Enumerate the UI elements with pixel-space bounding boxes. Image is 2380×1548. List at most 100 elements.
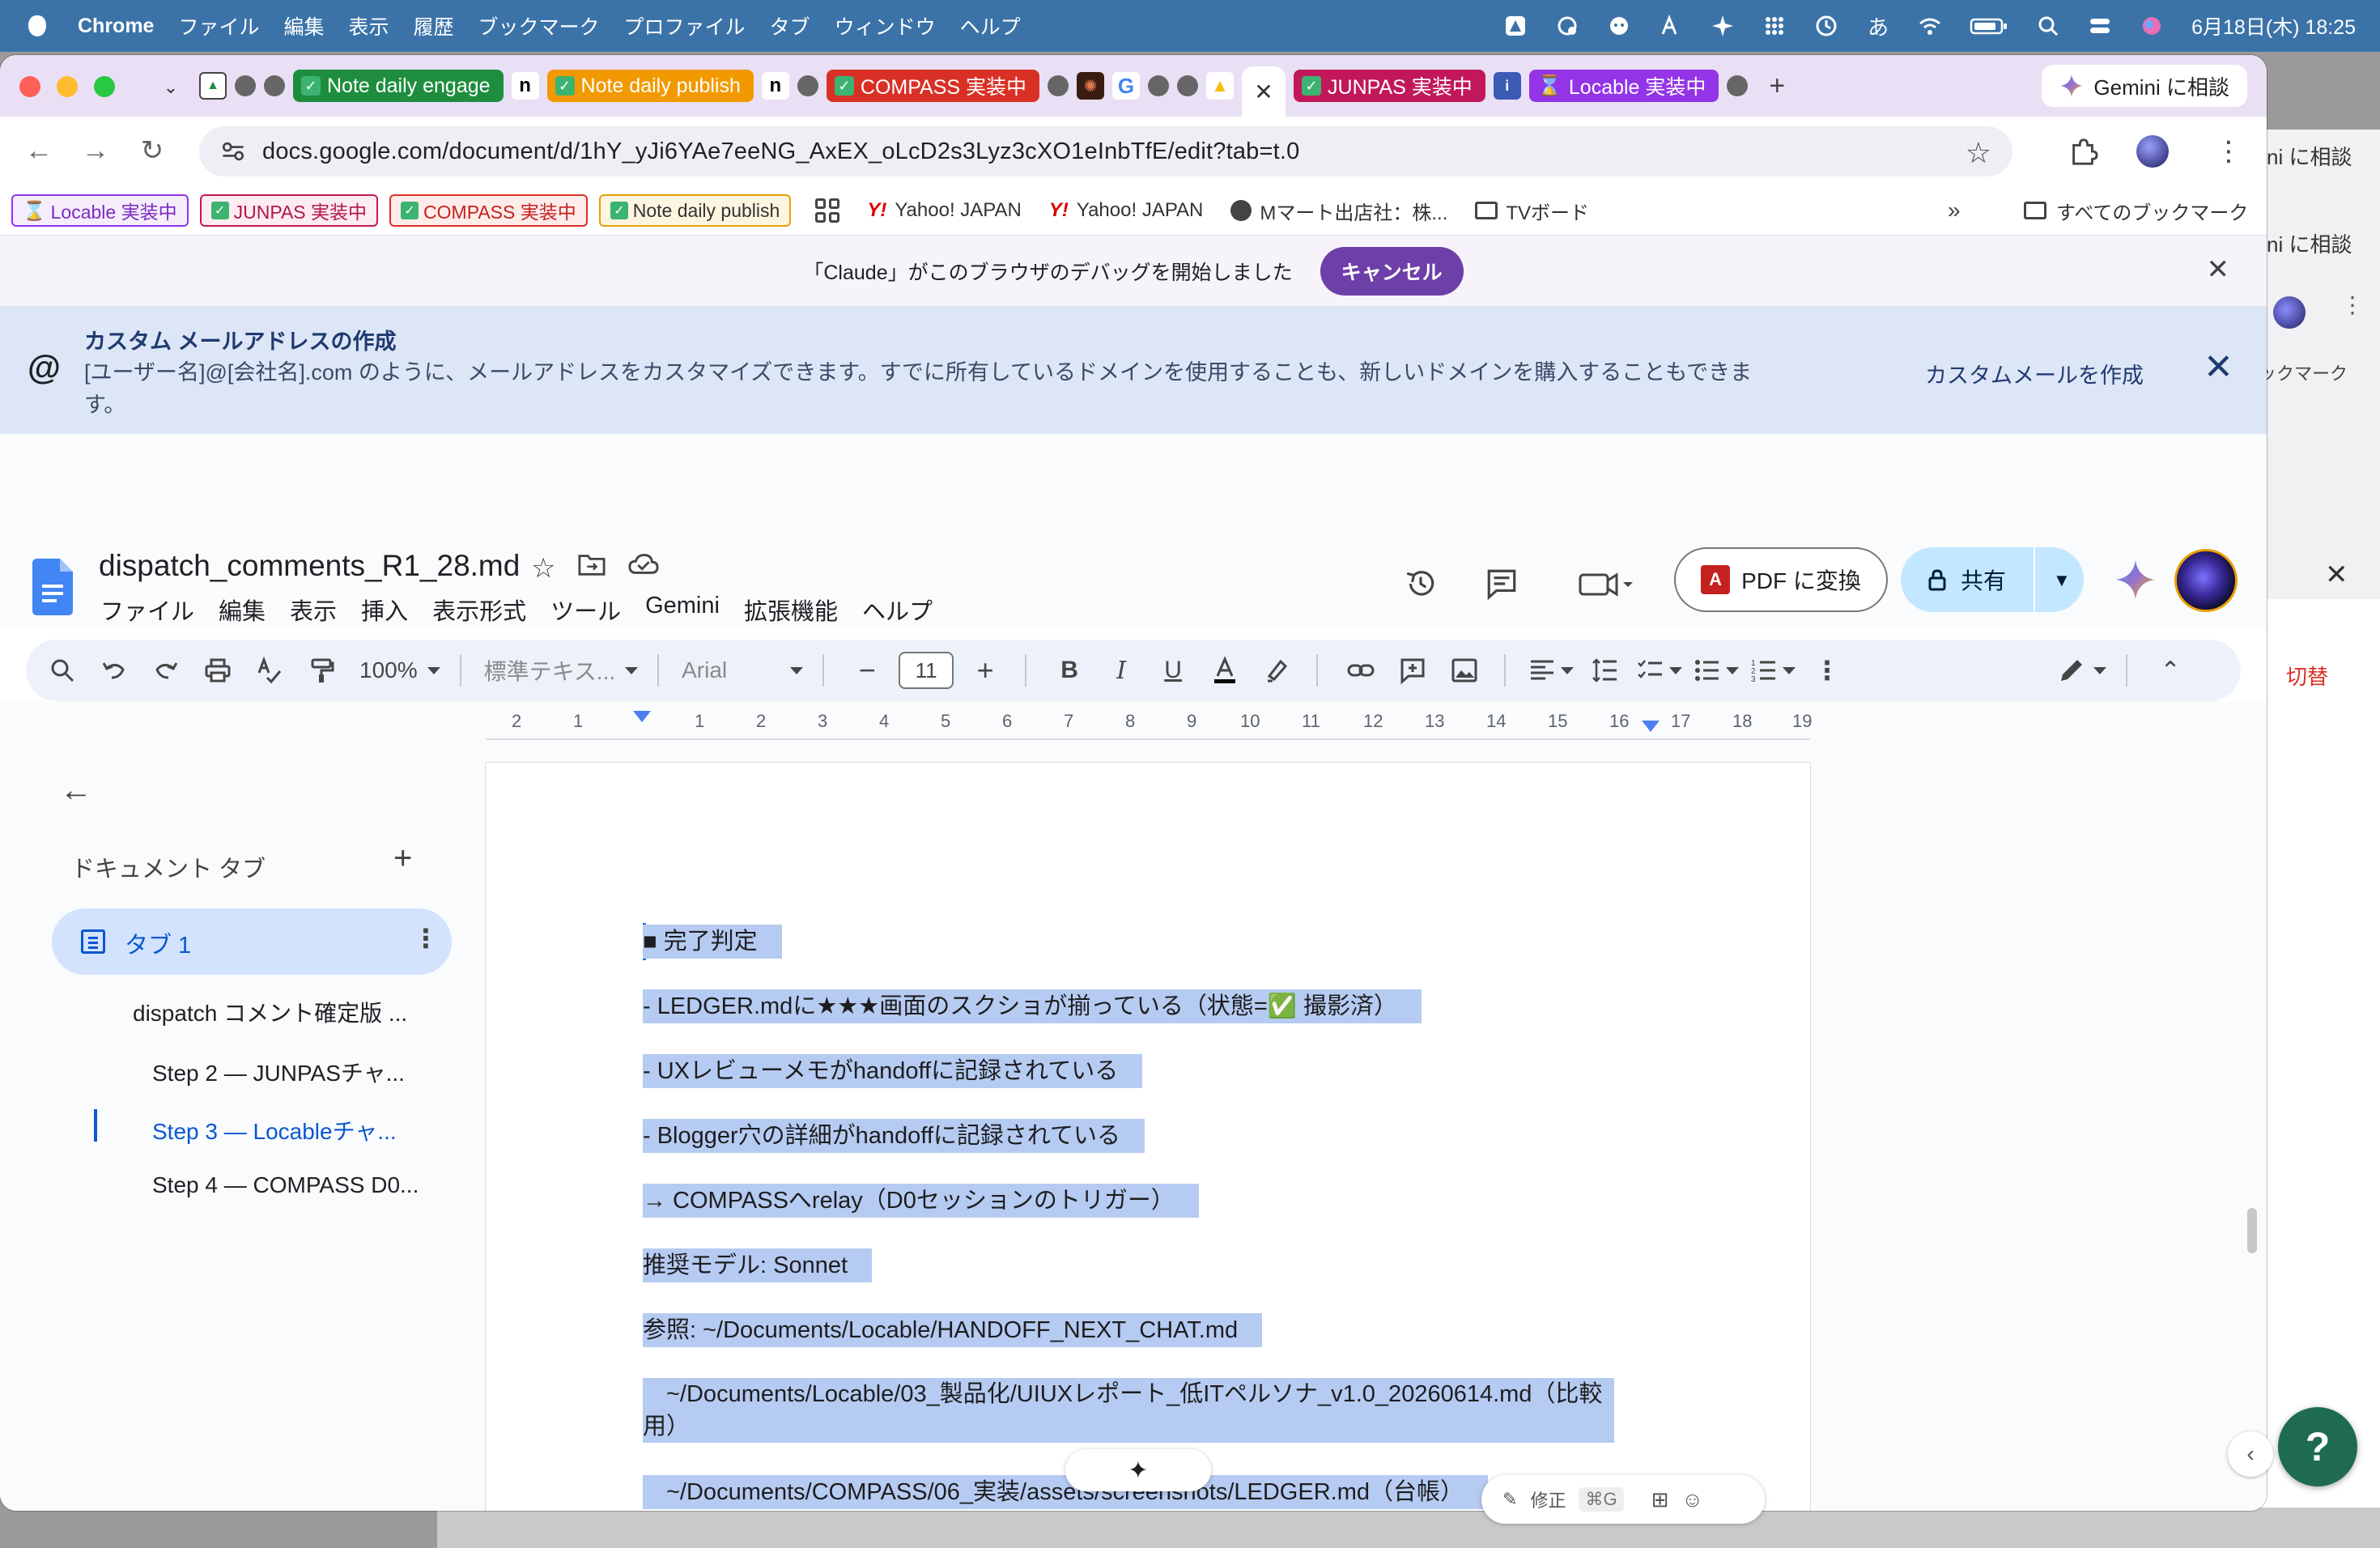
infobar-close-icon[interactable]: ✕ (2207, 253, 2230, 286)
time-machine-icon[interactable] (1814, 14, 1838, 38)
vertical-scrollbar-thumb[interactable] (2247, 1208, 2257, 1253)
document-line[interactable]: ■ 完了判定 (643, 925, 782, 959)
search-menus-icon[interactable] (42, 640, 83, 701)
tab-favicon-google[interactable]: G (1112, 72, 1141, 100)
help-button[interactable]: ? (2278, 1407, 2357, 1486)
docs-menu-file[interactable]: ファイル (100, 593, 194, 627)
edit-label[interactable]: 修正 (1530, 1486, 1566, 1512)
gemini-consult-button[interactable]: Gemini に相談 (2042, 65, 2247, 107)
tab-favicon-note-1[interactable]: n (511, 72, 539, 100)
hide-menus-chevron-icon[interactable]: ⌃ (2150, 640, 2191, 701)
bookmarks-overflow-icon[interactable]: » (1948, 198, 1961, 223)
gemini-floating-sparkle-icon[interactable]: ✦ (1065, 1449, 1211, 1491)
menubar-item-file[interactable]: ファイル (178, 11, 259, 40)
account-avatar[interactable] (2174, 549, 2238, 612)
active-tab-close-icon[interactable]: ✕ (1242, 66, 1286, 117)
docs-menu-edit[interactable]: 編集 (219, 593, 266, 627)
decrease-font-size-icon[interactable]: − (847, 640, 887, 701)
menubar-item-history[interactable]: 履歴 (414, 11, 454, 40)
insert-image-icon[interactable] (1444, 640, 1485, 701)
menubar-item-view[interactable]: 表示 (349, 11, 389, 40)
profile-avatar[interactable] (2134, 133, 2171, 170)
forward-arrow-icon[interactable]: → (78, 133, 113, 168)
menubar-item-window[interactable]: ウィンドウ (835, 11, 936, 40)
redo-icon[interactable] (146, 640, 186, 701)
font-size-input[interactable]: 11 (899, 640, 954, 701)
docs-menu-tools[interactable]: ツール (550, 593, 621, 627)
align-left-icon[interactable] (1528, 640, 1575, 701)
spotlight-search-icon[interactable] (2036, 14, 2060, 38)
bookmark-junpas[interactable]: ✓ JUNPAS 実装中 (199, 194, 379, 227)
sparkle-status-icon[interactable] (1711, 14, 1735, 38)
all-bookmarks[interactable]: すべてのブックマーク (2024, 197, 2248, 225)
checklist-icon[interactable] (1637, 640, 1683, 701)
docs-menu-help[interactable]: ヘルプ (862, 593, 933, 627)
drive-status-icon[interactable] (1503, 14, 1528, 38)
font-status-icon[interactable] (1659, 14, 1683, 38)
gemini-sparkle-icon[interactable] (2114, 559, 2157, 601)
highlight-color-icon[interactable] (1256, 640, 1297, 701)
bookmark-locable[interactable]: ⌛ Locable 実装中 (11, 194, 189, 227)
more-options-icon[interactable]: ⋮ (1807, 640, 1847, 701)
reload-icon[interactable]: ↻ (134, 133, 170, 168)
document-tab-1[interactable]: タブ 1 ⋮ (52, 908, 452, 975)
share-dropdown-icon[interactable]: ▼ (2053, 570, 2071, 591)
convert-to-pdf-button[interactable]: A PDF に変換 (1674, 547, 1888, 612)
google-docs-logo-icon[interactable] (32, 559, 73, 615)
chrome-menu-icon[interactable]: ⋮ (2210, 133, 2247, 170)
window-minimize-button[interactable] (57, 76, 78, 97)
wand-icon[interactable]: ✎ (1502, 1489, 1517, 1510)
star-icon[interactable]: ☆ (531, 552, 555, 585)
add-comment-floating-icon[interactable]: ⊞ (1651, 1487, 1669, 1512)
tab-favicon-globe-6[interactable] (1177, 75, 1199, 96)
outline-heading-item-active[interactable]: Step 3 — Locableチャ... (152, 1114, 397, 1146)
tab-group-locable[interactable]: ⌛ Locable 実装中 (1528, 70, 1719, 102)
tab-group-compass[interactable]: ✓ COMPASS 実装中 (826, 70, 1040, 102)
paragraph-style-select[interactable]: 標準テキス... (484, 640, 639, 701)
tab-favicon-claude[interactable]: ✺ (1077, 72, 1105, 100)
bookmark-yahoo-1[interactable]: Y! Yahoo! JAPAN (867, 199, 1022, 222)
battery-icon[interactable] (1970, 14, 2008, 38)
left-indent-marker[interactable] (633, 711, 651, 722)
docs-menu-extensions[interactable]: 拡張機能 (744, 593, 838, 627)
docs-menu-format[interactable]: 表示形式 (432, 593, 526, 627)
move-folder-icon[interactable] (578, 552, 606, 585)
menubar-item-help[interactable]: ヘルプ (960, 11, 1021, 40)
increase-font-size-icon[interactable]: + (965, 640, 1005, 701)
apps-grid-icon[interactable] (815, 198, 840, 223)
address-bar[interactable]: docs.google.com/document/d/1hY_yJi6YAe7e… (199, 126, 2012, 176)
font-family-select[interactable]: Arial (682, 640, 804, 701)
document-line[interactable]: 参照: ~/Documents/Locable/HANDOFF_NEXT_CHA… (643, 1313, 1263, 1347)
numbered-list-icon[interactable]: 123 (1750, 640, 1796, 701)
docs-menu-gemini[interactable]: Gemini (645, 593, 720, 627)
new-tab-plus-icon[interactable]: + (1769, 70, 1785, 102)
document-line[interactable]: - Blogger穴の詳細がhandoffに記録されている (643, 1119, 1145, 1153)
chat-status-icon[interactable] (1607, 14, 1631, 38)
underline-icon[interactable]: U (1153, 640, 1193, 701)
bookmark-star-icon[interactable]: ☆ (1966, 136, 1991, 170)
side-panel-collapse-icon[interactable]: ‹ (2228, 1431, 2273, 1477)
add-tab-plus-icon[interactable]: + (393, 840, 412, 877)
close-outline-arrow-icon[interactable]: ← (60, 772, 92, 809)
add-comment-icon[interactable] (1392, 640, 1433, 701)
tab-favicon-drive[interactable]: ▲ (1206, 72, 1235, 100)
document-line[interactable]: - UXレビューメモがhandoffに記録されている (643, 1054, 1143, 1088)
bookmark-tvboard[interactable]: TVボード (1475, 197, 1589, 225)
undo-icon[interactable] (94, 640, 134, 701)
version-history-icon[interactable] (1400, 563, 1441, 604)
outline-heading-item[interactable]: dispatch コメント確定版 ... (133, 996, 407, 1028)
spellcheck-icon[interactable] (249, 640, 290, 701)
menubar-app-name[interactable]: Chrome (78, 15, 154, 38)
docs-menu-insert[interactable]: 挿入 (361, 593, 408, 627)
grid-status-icon[interactable] (1762, 14, 1787, 38)
document-line[interactable]: 推奨モデル: Sonnet (643, 1248, 873, 1282)
back-arrow-icon[interactable]: ← (21, 133, 57, 168)
document-line[interactable]: ~/Documents/Locable/03_製品化/UIUXレポート_低ITペ… (643, 1378, 1614, 1443)
tab-group-note-publish[interactable]: ✓ Note daily publish (546, 70, 754, 102)
menubar-item-profiles[interactable]: プロファイル (624, 11, 746, 40)
editing-mode-icon[interactable] (2058, 640, 2107, 701)
emoji-reaction-icon[interactable]: ☺ (1681, 1487, 1703, 1512)
sync-status-icon[interactable] (1555, 14, 1579, 38)
window-zoom-button[interactable] (94, 76, 115, 97)
zoom-select[interactable]: 100% (359, 640, 440, 701)
